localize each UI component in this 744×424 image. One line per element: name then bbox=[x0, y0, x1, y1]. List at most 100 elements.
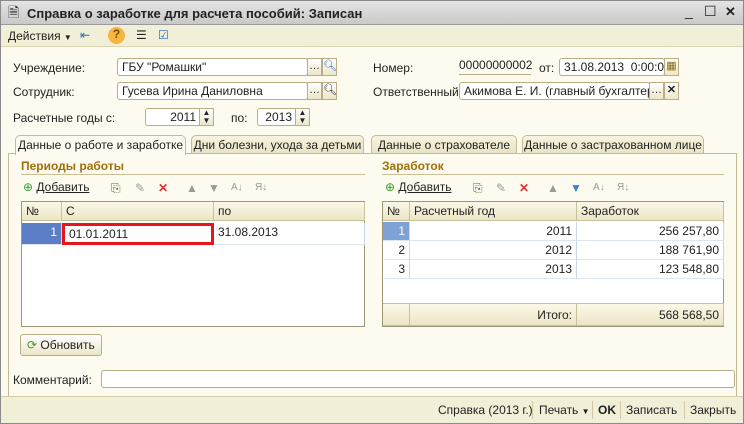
select-button[interactable]: … bbox=[307, 82, 322, 100]
column-header[interactable]: Заработок bbox=[577, 202, 724, 221]
spinner-icon[interactable]: ▲ ▼ bbox=[295, 108, 310, 126]
window-title: Справка о заработке для расчета пособий:… bbox=[27, 6, 363, 21]
earnings-table: № Расчетный год Заработок 1 2011 256 257… bbox=[382, 201, 724, 327]
chevron-down-icon: ▼ bbox=[581, 407, 590, 416]
help-icon[interactable]: ? bbox=[108, 27, 125, 44]
divider bbox=[21, 174, 365, 175]
amount-cell[interactable]: 123 548,80 bbox=[577, 260, 724, 279]
print-menu[interactable]: Печать ▼ bbox=[539, 403, 590, 417]
separator bbox=[684, 401, 685, 419]
edit-icon[interactable]: ✎ bbox=[135, 181, 145, 195]
spinner-icon[interactable]: ▲ ▼ bbox=[199, 108, 214, 126]
sort-desc-icon[interactable]: Я↓ bbox=[255, 181, 267, 195]
actions-label: Действия bbox=[8, 29, 61, 43]
employee-label: Сотрудник: bbox=[13, 85, 75, 99]
select-button[interactable]: … bbox=[307, 58, 322, 76]
number-label: Номер: bbox=[373, 61, 414, 75]
sort-asc-icon[interactable]: A↓ bbox=[593, 181, 605, 195]
tab-sick-days[interactable]: Дни болезни, ухода за детьми bbox=[191, 135, 364, 154]
move-down-icon[interactable]: ▼ bbox=[208, 181, 220, 195]
row-number[interactable]: 3 bbox=[383, 260, 410, 279]
periods-table: № С по 1 01.01.2011 31.08.2013 bbox=[21, 201, 365, 327]
responsible-label: Ответственный: bbox=[373, 85, 463, 99]
clear-icon[interactable]: ✕ bbox=[664, 82, 679, 100]
refresh-button[interactable]: ⟳ Обновить bbox=[20, 334, 102, 356]
comment-field[interactable] bbox=[101, 370, 735, 388]
sort-desc-icon[interactable]: Я↓ bbox=[617, 181, 629, 195]
footer-cell bbox=[383, 303, 410, 326]
year-from-field[interactable]: 2011 bbox=[145, 108, 201, 126]
date-field[interactable]: 31.08.2013 0:00:00 bbox=[559, 58, 665, 76]
move-down-icon[interactable]: ▼ bbox=[570, 181, 582, 195]
institution-label: Учреждение: bbox=[13, 61, 86, 75]
periods-title: Периоды работы bbox=[21, 159, 124, 173]
add-icon: ⊕ bbox=[385, 180, 396, 194]
copy-icon[interactable]: ⎘ bbox=[111, 181, 121, 195]
search-icon[interactable]: 🔍︎ bbox=[322, 82, 337, 100]
minimize-button[interactable]: _ bbox=[685, 4, 693, 18]
amount-cell[interactable]: 188 761,90 bbox=[577, 241, 724, 260]
column-header[interactable]: по bbox=[214, 202, 365, 221]
year-to-field[interactable]: 2013 bbox=[257, 108, 297, 126]
title-bar: 🗎 Справка о заработке для расчета пособи… bbox=[1, 1, 743, 25]
add-label: Добавить bbox=[36, 180, 90, 194]
total-value: 568 568,50 bbox=[577, 303, 724, 326]
column-header[interactable]: Расчетный год bbox=[410, 202, 577, 221]
toolbar: Действия ▼ ⇤ ? ☰ ☑ bbox=[1, 25, 743, 47]
earnings-add-button[interactable]: ⊕ Добавить bbox=[385, 180, 451, 194]
sort-asc-icon[interactable]: A↓ bbox=[231, 181, 243, 195]
row-number[interactable]: 1 bbox=[22, 223, 62, 245]
comment-label: Комментарий: bbox=[13, 373, 92, 387]
year-cell[interactable]: 2012 bbox=[410, 241, 577, 260]
tab-work-earnings[interactable]: Данные о работе и заработке bbox=[15, 135, 186, 155]
column-header[interactable]: № bbox=[383, 202, 410, 221]
number-field[interactable]: 00000000002 bbox=[459, 58, 532, 75]
tab-insurer[interactable]: Данные о страхователе bbox=[371, 135, 517, 154]
refresh-label: Обновить bbox=[40, 338, 95, 352]
chevron-down-icon: ▼ bbox=[63, 33, 72, 42]
separator bbox=[592, 401, 593, 419]
institution-field[interactable]: ГБУ "Ромашки" bbox=[117, 58, 308, 76]
total-label: Итого: bbox=[410, 303, 577, 326]
checklist-icon[interactable]: ☑ bbox=[158, 28, 169, 42]
calendar-icon[interactable]: ▦ bbox=[664, 58, 679, 76]
post-icon[interactable]: ⇤ bbox=[80, 28, 90, 42]
window: 🗎 Справка о заработке для расчета пособи… bbox=[0, 0, 744, 424]
select-button[interactable]: … bbox=[649, 82, 664, 100]
periods-add-button[interactable]: ⊕ Добавить bbox=[23, 180, 89, 194]
earnings-title: Заработок bbox=[382, 159, 444, 173]
actions-menu[interactable]: Действия ▼ bbox=[8, 29, 72, 43]
column-header[interactable]: С bbox=[62, 202, 214, 221]
date-label: от: bbox=[539, 61, 555, 75]
copy-icon[interactable]: ⎘ bbox=[473, 181, 483, 195]
print-label: Печать bbox=[539, 403, 579, 417]
separator bbox=[532, 401, 533, 419]
year-cell[interactable]: 2011 bbox=[410, 222, 577, 241]
close-form-button[interactable]: Закрыть bbox=[690, 403, 736, 417]
divider bbox=[382, 174, 724, 175]
ok-button[interactable]: OK bbox=[598, 403, 616, 417]
save-button[interactable]: Записать bbox=[626, 403, 677, 417]
period-to-cell[interactable]: 31.08.2013 bbox=[214, 223, 365, 245]
document-icon: 🗎 bbox=[8, 4, 20, 20]
row-number[interactable]: 1 bbox=[383, 222, 410, 241]
move-up-icon[interactable]: ▲ bbox=[186, 181, 198, 195]
list-icon[interactable]: ☰ bbox=[136, 28, 147, 42]
responsible-field[interactable]: Акимова Е. И. (главный бухгалтер) bbox=[459, 82, 650, 100]
tab-insured-person[interactable]: Данные о застрахованном лице bbox=[522, 135, 704, 154]
column-header[interactable]: № bbox=[22, 202, 62, 221]
year-cell[interactable]: 2013 bbox=[410, 260, 577, 279]
move-up-icon[interactable]: ▲ bbox=[547, 181, 559, 195]
maximize-button[interactable]: ☐ bbox=[704, 4, 717, 18]
edit-icon[interactable]: ✎ bbox=[496, 181, 506, 195]
period-from-cell[interactable]: 01.01.2011 bbox=[62, 223, 214, 245]
delete-icon[interactable]: ✕ bbox=[519, 181, 529, 195]
delete-icon[interactable]: ✕ bbox=[158, 181, 168, 195]
row-number[interactable]: 2 bbox=[383, 241, 410, 260]
close-button[interactable]: ✕ bbox=[725, 5, 736, 19]
certificate-print-button[interactable]: Справка (2013 г.) bbox=[438, 403, 533, 417]
amount-cell[interactable]: 256 257,80 bbox=[577, 222, 724, 241]
employee-field[interactable]: Гусева Ирина Даниловна bbox=[117, 82, 308, 100]
add-label: Добавить bbox=[398, 180, 452, 194]
search-icon[interactable]: 🔍︎ bbox=[322, 58, 337, 76]
